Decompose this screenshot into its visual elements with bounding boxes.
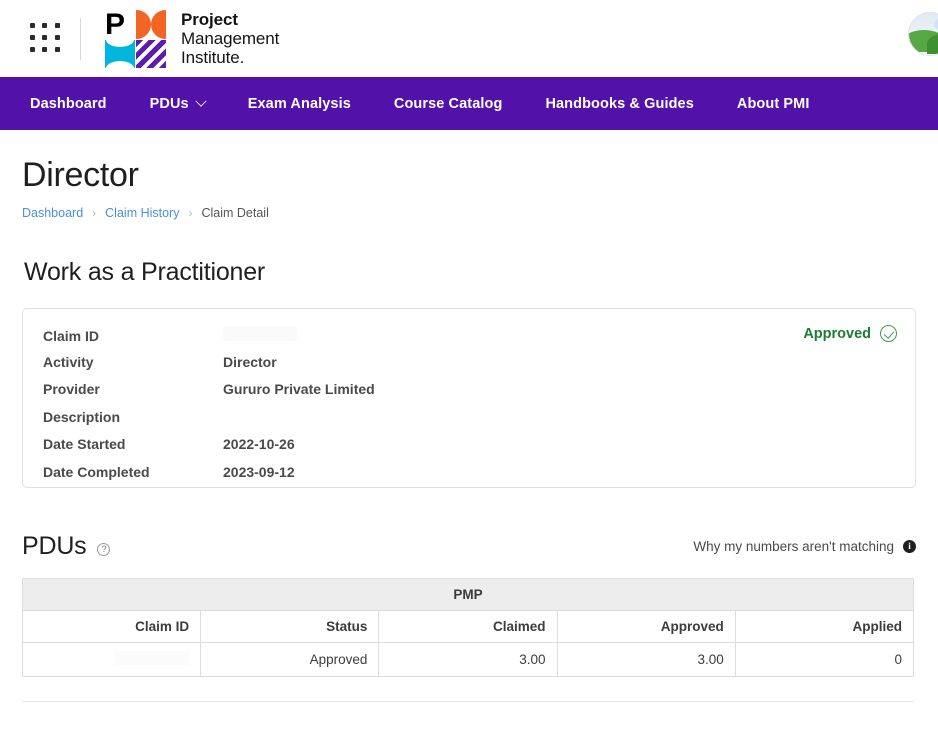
logo-line-1: Project bbox=[181, 10, 279, 29]
claim-row: Date Completed 2023-09-12 bbox=[33, 464, 895, 492]
pmi-logo-mark: P bbox=[105, 10, 167, 68]
breadcrumb-current: Claim Detail bbox=[201, 206, 268, 220]
table-group-header-pmp: PMP bbox=[23, 579, 914, 611]
help-question-icon[interactable]: ? bbox=[97, 543, 110, 556]
column-header-claim-id[interactable]: Claim ID bbox=[23, 611, 201, 643]
status-badge: Approved bbox=[803, 325, 897, 342]
logo-orange-bowtie-icon bbox=[136, 10, 166, 39]
cell-applied: 0 bbox=[735, 643, 913, 677]
nav-label: Dashboard bbox=[30, 96, 107, 112]
chevron-down-icon bbox=[195, 95, 206, 106]
pdus-table-head: PMP Claim ID Status Claimed Approved App… bbox=[23, 579, 914, 643]
numbers-not-matching-label: Why my numbers aren't matching bbox=[693, 539, 894, 554]
breadcrumb-separator-icon: › bbox=[188, 206, 192, 220]
cell-status: Approved bbox=[201, 643, 379, 677]
nav-item-about-pmi[interactable]: About PMI bbox=[737, 96, 810, 112]
claim-row: Date Started 2022-10-26 bbox=[33, 436, 895, 464]
redacted-value bbox=[115, 651, 189, 665]
logo-cyan-bowtie-icon bbox=[105, 40, 135, 68]
table-row: Approved 3.00 3.00 0 bbox=[23, 643, 914, 677]
claim-row: Provider Gururo Private Limited bbox=[33, 381, 895, 409]
page-title: Director bbox=[10, 156, 916, 195]
grid-dot bbox=[42, 47, 47, 52]
claim-label: Description bbox=[33, 409, 223, 425]
nav-item-pdus[interactable]: PDUs bbox=[150, 96, 205, 112]
grid-dot bbox=[55, 35, 60, 40]
avatar[interactable] bbox=[908, 12, 938, 56]
cell-claimed: 3.00 bbox=[379, 643, 557, 677]
grid-dot bbox=[55, 47, 60, 52]
grid-dot bbox=[42, 23, 47, 28]
nav-label: Exam Analysis bbox=[248, 96, 351, 112]
table-group-header-row: PMP bbox=[23, 579, 914, 611]
column-header-claimed[interactable]: Claimed bbox=[379, 611, 557, 643]
pdus-table: PMP Claim ID Status Claimed Approved App… bbox=[22, 578, 914, 677]
claim-label: Activity bbox=[33, 354, 223, 370]
nav-label: Course Catalog bbox=[394, 96, 503, 112]
table-column-header-row: Claim ID Status Claimed Approved Applied bbox=[23, 611, 914, 643]
claim-row: Description bbox=[33, 409, 895, 437]
pdus-header: PDUs ? Why my numbers aren't matching i bbox=[22, 532, 916, 561]
grid-dot bbox=[55, 23, 60, 28]
grid-dot bbox=[30, 35, 35, 40]
info-icon: i bbox=[903, 540, 916, 553]
claim-value-provider: Gururo Private Limited bbox=[223, 381, 375, 397]
pdus-table-body: Approved 3.00 3.00 0 bbox=[23, 643, 914, 677]
breadcrumb-separator-icon: › bbox=[92, 206, 96, 220]
top-header: P Project Management Institute. bbox=[0, 0, 938, 77]
claim-label: Provider bbox=[33, 381, 223, 397]
nav-item-course-catalog[interactable]: Course Catalog bbox=[394, 96, 503, 112]
nav-item-exam-analysis[interactable]: Exam Analysis bbox=[248, 96, 351, 112]
cell-claim-id bbox=[23, 643, 201, 677]
grid-dot bbox=[30, 23, 35, 28]
breadcrumb-link-dashboard[interactable]: Dashboard bbox=[22, 206, 83, 220]
pmi-logo[interactable]: P Project Management Institute. bbox=[105, 10, 279, 68]
claim-row: Claim ID bbox=[33, 326, 895, 354]
header-divider bbox=[80, 18, 81, 60]
pdus-title: PDUs bbox=[22, 532, 86, 561]
claim-label: Claim ID bbox=[33, 328, 223, 344]
avatar-image-detail bbox=[934, 19, 938, 29]
check-circle-icon bbox=[880, 325, 897, 342]
redacted-value bbox=[223, 326, 297, 341]
claim-detail-card: Approved Claim ID Activity Director Prov… bbox=[22, 308, 916, 488]
main-navigation: Dashboard PDUs Exam Analysis Course Cata… bbox=[0, 77, 938, 130]
cell-approved: 3.00 bbox=[557, 643, 735, 677]
logo-line-3: Institute. bbox=[181, 48, 279, 67]
breadcrumb: Dashboard › Claim History › Claim Detail bbox=[22, 206, 916, 220]
logo-purple-stripes-icon bbox=[136, 40, 166, 68]
claim-value-activity: Director bbox=[223, 354, 277, 370]
claim-value-date-completed: 2023-09-12 bbox=[223, 464, 295, 480]
bottom-divider bbox=[22, 701, 914, 702]
claim-value-claim-id bbox=[223, 326, 297, 344]
status-badge-label: Approved bbox=[803, 326, 871, 342]
claim-value-date-started: 2022-10-26 bbox=[223, 436, 295, 452]
pdus-title-group: PDUs ? bbox=[22, 532, 110, 561]
claim-label: Date Started bbox=[33, 436, 223, 452]
column-header-applied[interactable]: Applied bbox=[735, 611, 913, 643]
grid-dot bbox=[42, 35, 47, 40]
pmi-logo-text: Project Management Institute. bbox=[181, 10, 279, 67]
grid-dot bbox=[30, 47, 35, 52]
claim-label: Date Completed bbox=[33, 464, 223, 480]
page-content: Director Dashboard › Claim History › Cla… bbox=[0, 156, 938, 702]
nav-label: PDUs bbox=[150, 96, 189, 112]
nav-label: About PMI bbox=[737, 96, 810, 112]
claim-row: Activity Director bbox=[33, 354, 895, 382]
logo-letter-p: P bbox=[105, 10, 135, 39]
column-header-status[interactable]: Status bbox=[201, 611, 379, 643]
section-title: Work as a Practitioner bbox=[24, 258, 916, 287]
nav-item-dashboard[interactable]: Dashboard bbox=[30, 96, 107, 112]
nav-item-handbooks-guides[interactable]: Handbooks & Guides bbox=[545, 96, 693, 112]
grid-apps-icon[interactable] bbox=[30, 23, 62, 55]
column-header-approved[interactable]: Approved bbox=[557, 611, 735, 643]
logo-line-2: Management bbox=[181, 29, 279, 48]
nav-label: Handbooks & Guides bbox=[545, 96, 693, 112]
numbers-not-matching-link[interactable]: Why my numbers aren't matching i bbox=[693, 539, 916, 554]
breadcrumb-link-claim-history[interactable]: Claim History bbox=[105, 206, 179, 220]
